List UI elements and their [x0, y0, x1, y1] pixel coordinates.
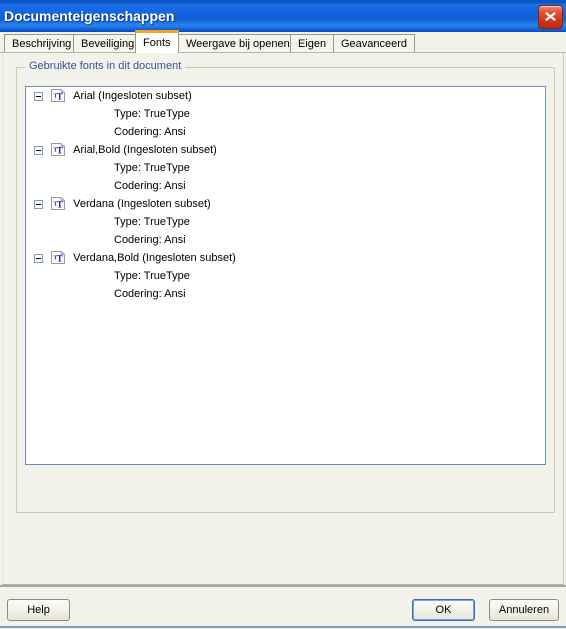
cancel-button[interactable]: Annuleren [489, 599, 559, 621]
font-node-row[interactable]: T T Verdana,Bold (Ingesloten subset) [26, 249, 545, 267]
font-type-row: Type: TrueType [114, 216, 190, 228]
tab-strip: Beschrijving Beveiliging Fonts Weergave … [0, 30, 566, 53]
document-properties-dialog: Documenteigenschappen Beschrijving Bevei… [0, 0, 566, 629]
font-type-row: Type: TrueType [114, 108, 190, 120]
font-name-label: Arial (Ingesloten subset) [73, 90, 192, 103]
font-encoding-row: Codering: Ansi [114, 180, 186, 192]
svg-text:T: T [57, 92, 64, 102]
font-name-label: Verdana,Bold (Ingesloten subset) [73, 252, 236, 265]
tab-beschrijving[interactable]: Beschrijving [4, 34, 80, 52]
font-node-row[interactable]: T T Verdana (Ingesloten subset) [26, 195, 545, 213]
tab-weergave-bij-openen[interactable]: Weergave bij openen [178, 34, 298, 52]
font-encoding-row: Codering: Ansi [114, 126, 186, 138]
close-icon[interactable] [538, 5, 563, 29]
font-name-label: Verdana (Ingesloten subset) [73, 198, 211, 211]
truetype-font-icon: T T [51, 142, 66, 156]
tab-geavanceerd[interactable]: Geavanceerd [333, 34, 416, 52]
collapse-minus-icon[interactable] [34, 91, 43, 101]
svg-text:T: T [57, 146, 64, 156]
tab-beveiliging[interactable]: Beveiliging [73, 34, 143, 52]
window-title: Documenteigenschappen [4, 8, 175, 24]
help-button[interactable]: Help [7, 599, 70, 621]
font-node-row[interactable]: T T Arial (Ingesloten subset) [26, 87, 545, 105]
font-tree-node: T T Arial,Bold (Ingesloten subset) Type:… [26, 141, 545, 195]
truetype-font-icon: T T [51, 88, 66, 102]
tab-fonts[interactable]: Fonts [135, 30, 179, 53]
truetype-font-icon: T T [51, 196, 66, 210]
font-node-row[interactable]: T T Arial,Bold (Ingesloten subset) [26, 141, 545, 159]
fonts-tree-list[interactable]: T T Arial (Ingesloten subset) Type: True… [25, 86, 546, 465]
font-name-label: Arial,Bold (Ingesloten subset) [73, 144, 217, 157]
fonts-group-box-label: Gebruikte fonts in dit document [25, 60, 186, 72]
font-tree-node: T T Arial (Ingesloten subset) Type: True… [26, 87, 545, 141]
svg-text:T: T [57, 200, 64, 210]
font-type-row: Type: TrueType [114, 162, 190, 174]
font-tree-node: T T Verdana (Ingesloten subset) Type: Tr… [26, 195, 545, 249]
dialog-footer: Help OK Annuleren [0, 589, 566, 629]
ok-button[interactable]: OK [412, 599, 475, 621]
tab-panel-fonts: Gebruikte fonts in dit document T T Aria… [2, 53, 564, 585]
collapse-minus-icon[interactable] [34, 253, 43, 263]
font-type-row: Type: TrueType [114, 270, 190, 282]
collapse-minus-icon[interactable] [34, 199, 43, 209]
font-encoding-row: Codering: Ansi [114, 234, 186, 246]
footer-separator [0, 585, 566, 587]
tab-eigen[interactable]: Eigen [290, 34, 335, 52]
font-tree-node: T T Verdana,Bold (Ingesloten subset) Typ… [26, 249, 545, 303]
truetype-font-icon: T T [51, 250, 66, 264]
title-bar: Documenteigenschappen [0, 0, 566, 32]
svg-text:T: T [57, 254, 64, 264]
collapse-minus-icon[interactable] [34, 145, 43, 155]
font-encoding-row: Codering: Ansi [114, 288, 186, 300]
